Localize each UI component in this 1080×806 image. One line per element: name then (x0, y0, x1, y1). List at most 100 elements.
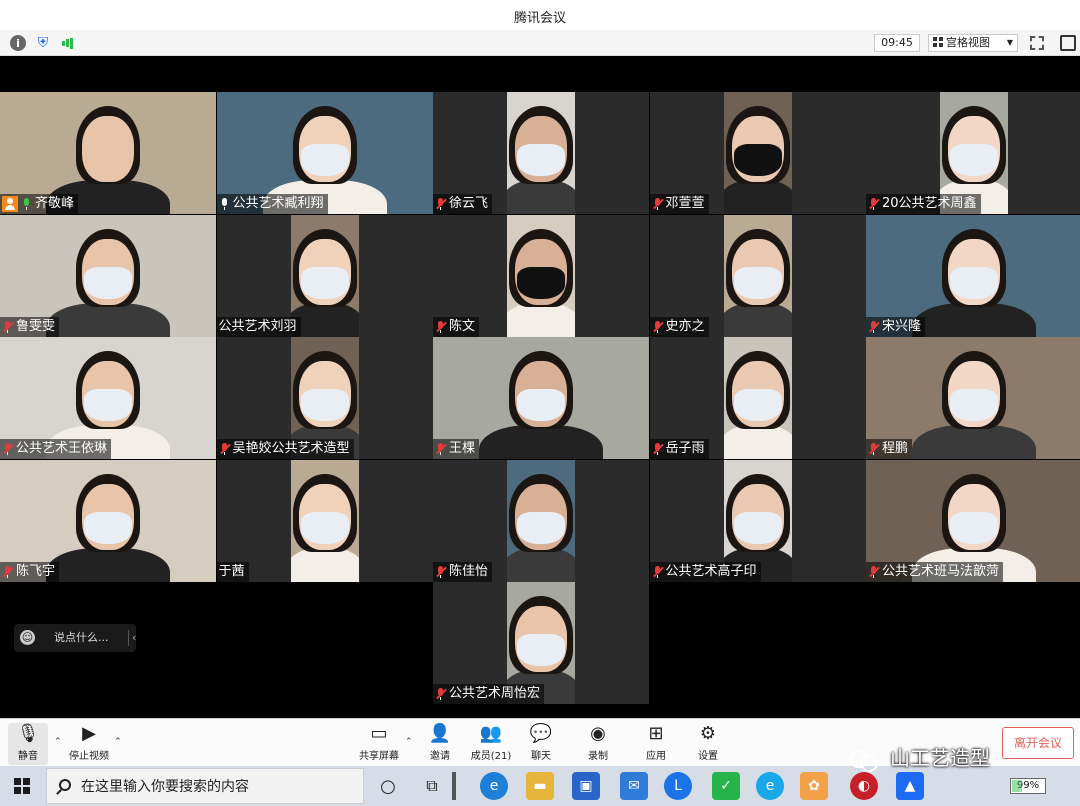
participant-tile[interactable]: 宋兴隆 (866, 214, 1080, 337)
participant-tile[interactable]: 邓萱萱 (649, 92, 866, 214)
edge-browser-icon[interactable]: e (480, 772, 508, 800)
messaging-icon[interactable]: ✓ (712, 772, 740, 800)
mic-muted-icon (435, 565, 447, 579)
participant-tile[interactable]: 史亦之 (649, 214, 866, 337)
lenovo-icon[interactable]: L (664, 772, 692, 800)
app-window: 腾讯会议 i ⛨ 09:45 宫格视图 ▼ 齐敬峰 公共艺术臧利翔 徐云飞 邓萱萱 20… (0, 0, 1080, 806)
participant-tile[interactable]: 吴艳姣公共艺术造型 (216, 337, 433, 459)
title-bar: 腾讯会议 (0, 0, 1080, 30)
divider (452, 772, 456, 800)
wechat-icon[interactable]: ✿ (800, 772, 828, 800)
participant-name-tag: 史亦之 (649, 316, 709, 337)
share-screen-button[interactable]: ▭ 共享屏幕 (356, 723, 402, 765)
mic-muted-icon (868, 442, 880, 456)
apps-button[interactable]: ⊞ 应用 (640, 723, 672, 765)
store-icon[interactable]: ▣ (572, 772, 600, 800)
participant-name-tag: 程鹏 (866, 439, 913, 459)
participant-name-tag: 20公共艺术周鑫 (866, 194, 981, 214)
view-mode-button[interactable]: 宫格视图 ▼ (928, 34, 1018, 52)
participant-tile[interactable]: 徐云飞 (433, 92, 649, 214)
camera-icon: ▶ (82, 723, 96, 744)
taskbar-search-input[interactable] (81, 777, 351, 797)
participant-name: 陈佳怡 (449, 563, 489, 579)
participant-tile[interactable]: 20公共艺术周鑫 (866, 92, 1080, 214)
participant-name: 公共艺术刘羽 (218, 318, 297, 334)
cortana-icon[interactable]: ○ (374, 772, 402, 800)
mic-muted-icon (652, 565, 664, 579)
chevron-up-icon[interactable]: ⌃ (405, 737, 413, 747)
participant-tile[interactable]: 王棵 (433, 337, 649, 459)
task-view-icon[interactable]: ⧉ (418, 772, 446, 800)
record-button[interactable]: ◉ 录制 (582, 723, 614, 765)
participant-name-tag: 徐云飞 (433, 194, 493, 214)
battery-icon[interactable]: 99% (1010, 778, 1046, 794)
camera-feed (507, 92, 575, 214)
record-label: 录制 (588, 751, 608, 762)
chat-button[interactable]: 💬 聊天 (525, 723, 557, 765)
settings-label: 设置 (698, 751, 718, 762)
leave-meeting-button[interactable]: 离开会议 (1002, 727, 1074, 759)
participant-tile[interactable]: 陈文 (433, 214, 649, 337)
chevron-up-icon[interactable]: ⌃ (54, 737, 62, 747)
participant-tile[interactable]: 鲁雯雯 (0, 214, 216, 337)
microphone-icon: 🎙 (16, 723, 40, 744)
sidebar-toggle-icon[interactable] (1060, 35, 1076, 51)
host-icon (2, 196, 18, 212)
participant-tile[interactable]: 公共艺术刘羽 (216, 214, 433, 337)
info-icon[interactable]: i (10, 35, 26, 51)
share-screen-label: 共享屏幕 (359, 751, 399, 762)
participant-tile[interactable]: 于茜 (216, 459, 433, 582)
participant-name: 吴艳姣公共艺术造型 (232, 441, 350, 456)
chat-input[interactable]: ☺ 说点什么... ‹ (14, 624, 136, 652)
add-user-icon: 👤 (428, 723, 452, 744)
participant-name: 公共艺术周怡宏 (449, 686, 541, 701)
settings-button[interactable]: ⚙ 设置 (692, 723, 724, 765)
participant-name-tag: 鲁雯雯 (0, 316, 60, 337)
participant-tile[interactable]: 公共艺术班马法歆菏 (866, 459, 1080, 582)
apps-label: 应用 (646, 751, 666, 762)
signal-icon[interactable] (60, 35, 76, 51)
mic-muted-icon (652, 197, 664, 211)
mic-muted-icon (435, 197, 447, 211)
mic-muted-icon (652, 442, 664, 456)
members-button[interactable]: 👥 成员(21) (468, 723, 514, 765)
grid-icon (933, 37, 943, 47)
watermark-logo-icon (850, 748, 878, 772)
emoji-icon[interactable]: ☺ (20, 630, 35, 645)
participant-tile[interactable]: 齐敬峰 (0, 92, 216, 214)
shield-icon[interactable]: ⛨ (35, 35, 51, 51)
windows-start-icon[interactable] (14, 778, 30, 794)
chevron-left-icon[interactable]: ‹ (132, 624, 136, 652)
stop-video-button[interactable]: ▶ 停止视频 (66, 723, 112, 765)
ie-browser-icon[interactable]: e (756, 772, 784, 800)
window-title: 腾讯会议 (513, 11, 566, 26)
participant-tile[interactable]: 公共艺术周怡宏 (433, 582, 649, 704)
participant-tile[interactable]: 岳子雨 (649, 337, 866, 459)
participant-tile[interactable]: 陈飞宇 (0, 459, 216, 582)
chat-placeholder: 说点什么... (54, 631, 109, 644)
chat-label: 聊天 (531, 751, 551, 762)
participant-tile[interactable]: 公共艺术王依琳 (0, 337, 216, 459)
mail-icon[interactable]: ✉ (620, 772, 648, 800)
participant-tile[interactable]: 程鹏 (866, 337, 1080, 459)
participant-name-tag: 公共艺术王依琳 (0, 439, 112, 459)
participant-name: 陈文 (449, 318, 476, 334)
watermark-text: 山工艺造型 (890, 746, 990, 770)
tencent-meeting-icon[interactable]: ▲ (896, 772, 924, 800)
participant-name: 公共艺术高子印 (665, 563, 757, 579)
fullscreen-icon[interactable] (1030, 36, 1044, 50)
file-explorer-icon[interactable]: ▬ (526, 772, 554, 800)
chevron-up-icon[interactable]: ⌃ (114, 737, 122, 747)
app-red-icon[interactable]: ◐ (850, 772, 878, 800)
participant-tile[interactable]: 陈佳怡 (433, 459, 649, 582)
participant-name-tag: 公共艺术周怡宏 (433, 684, 545, 704)
microphone-icon (21, 197, 33, 211)
taskbar-search[interactable] (46, 768, 364, 804)
participant-name: 邓萱萱 (665, 196, 705, 211)
participant-name: 程鹏 (882, 441, 909, 456)
participant-tile[interactable]: 公共艺术臧利翔 (216, 92, 433, 214)
participant-name-tag: 公共艺术高子印 (649, 561, 761, 582)
invite-button[interactable]: 👤 邀请 (424, 723, 456, 765)
participant-tile[interactable]: 公共艺术高子印 (649, 459, 866, 582)
mute-button[interactable]: 🎙 静音 (8, 723, 48, 765)
